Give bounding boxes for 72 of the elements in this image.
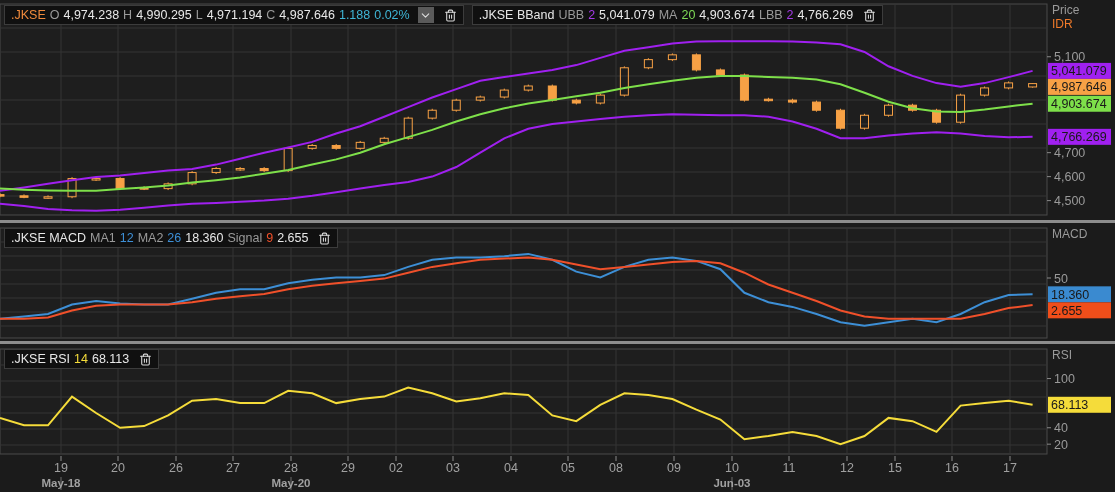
axis-month-label: May-20 [271, 477, 311, 489]
axis-tick-label: 100 [1054, 372, 1075, 387]
legend-text: 0.02% [374, 8, 410, 22]
axis-tick-label: 50 [1054, 271, 1068, 286]
legend-text: 1.188 [338, 8, 371, 22]
axis-tick-label: 5,100 [1054, 50, 1086, 65]
axis-title: MACD [1052, 227, 1088, 241]
axis-tick-label: 08 [609, 461, 623, 475]
axis-tick-label: 12 [840, 461, 854, 475]
legend-text: .JKSE [11, 8, 46, 22]
legend-text: 14 [74, 352, 88, 366]
axis-tick-label: 40 [1054, 421, 1068, 436]
value-label: 2.655 [1048, 302, 1111, 319]
legend-text: 2 [588, 8, 596, 22]
legend-text: UBB [558, 8, 585, 22]
legend-text: 20 [681, 8, 696, 22]
legend-text: 68.113 [91, 352, 130, 366]
axis-unit: IDR [1052, 17, 1073, 31]
axis-month-label: May-18 [41, 477, 81, 489]
legend-text: .JKSE RSI [11, 352, 71, 366]
legend-text: 4,971.194 [206, 8, 263, 22]
legend-text: 2.655 [277, 231, 309, 245]
legend-text: O [49, 8, 60, 22]
legend-text: 18.360 [185, 231, 224, 245]
axis-tick-label: 05 [561, 461, 575, 475]
axis-tick-label: 16 [945, 461, 959, 475]
legend-text: H [123, 8, 133, 22]
legend-text: 4,766.269 [797, 8, 854, 22]
legend-text: L [195, 8, 203, 22]
value-label: 5,041.079 [1048, 62, 1111, 79]
value-label: 4,766.269 [1048, 128, 1111, 145]
legend-text: MA1 [90, 231, 116, 245]
value-label: 18.360 [1048, 286, 1111, 303]
legend-text: MA [658, 8, 678, 22]
axis-tick-label: 27 [226, 461, 240, 475]
axis-title: RSI [1052, 348, 1072, 362]
axis-tick-label: 03 [446, 461, 460, 475]
legend-text: 9 [266, 231, 274, 245]
axis-tick-label: 19 [54, 461, 68, 475]
legend-text: .JKSE MACD [11, 231, 86, 245]
axis-tick-label: 02 [389, 461, 403, 475]
legend-text: .JKSE BBand [478, 8, 555, 22]
axis-tick-label: 20 [1054, 437, 1068, 452]
axis-tick-label: 20 [111, 461, 125, 475]
legend-text: 4,903.674 [699, 8, 755, 22]
legend-text: Signal [227, 231, 263, 245]
legend-text: 4,974.238 [63, 8, 120, 22]
axis-tick-label: 26 [169, 461, 183, 475]
legend-text: 4,990.295 [136, 8, 192, 22]
legend-text: 2 [786, 8, 794, 22]
axis-tick-label: 29 [341, 461, 355, 475]
axis-tick-label: 15 [888, 461, 902, 475]
legend-text: 5,041.079 [599, 8, 655, 22]
axis-tick-label: 17 [1003, 461, 1017, 475]
legend-text: MA2 [137, 231, 164, 245]
legend-text: 4,987.646 [279, 8, 335, 22]
axis-tick-label: 28 [284, 461, 298, 475]
axis-tick-label: 4,700 [1054, 146, 1086, 161]
axis-tick-label: 09 [667, 461, 681, 475]
value-label: 68.113 [1048, 396, 1111, 413]
legend-text: 26 [167, 231, 182, 245]
axis-title: Price [1052, 3, 1080, 17]
axis-tick-label: 4,500 [1054, 194, 1086, 209]
legend-text: C [266, 8, 276, 22]
axis-tick-label: 4,600 [1054, 170, 1086, 185]
axis-tick-label: 04 [504, 461, 518, 475]
legend-text: 12 [119, 231, 134, 245]
axis-tick-label: 11 [782, 461, 796, 475]
axis-tick-label: 10 [725, 461, 739, 475]
value-label: 4,903.674 [1048, 95, 1111, 112]
legend-text: LBB [758, 8, 783, 22]
axis-month-label: Jun-03 [713, 477, 751, 489]
